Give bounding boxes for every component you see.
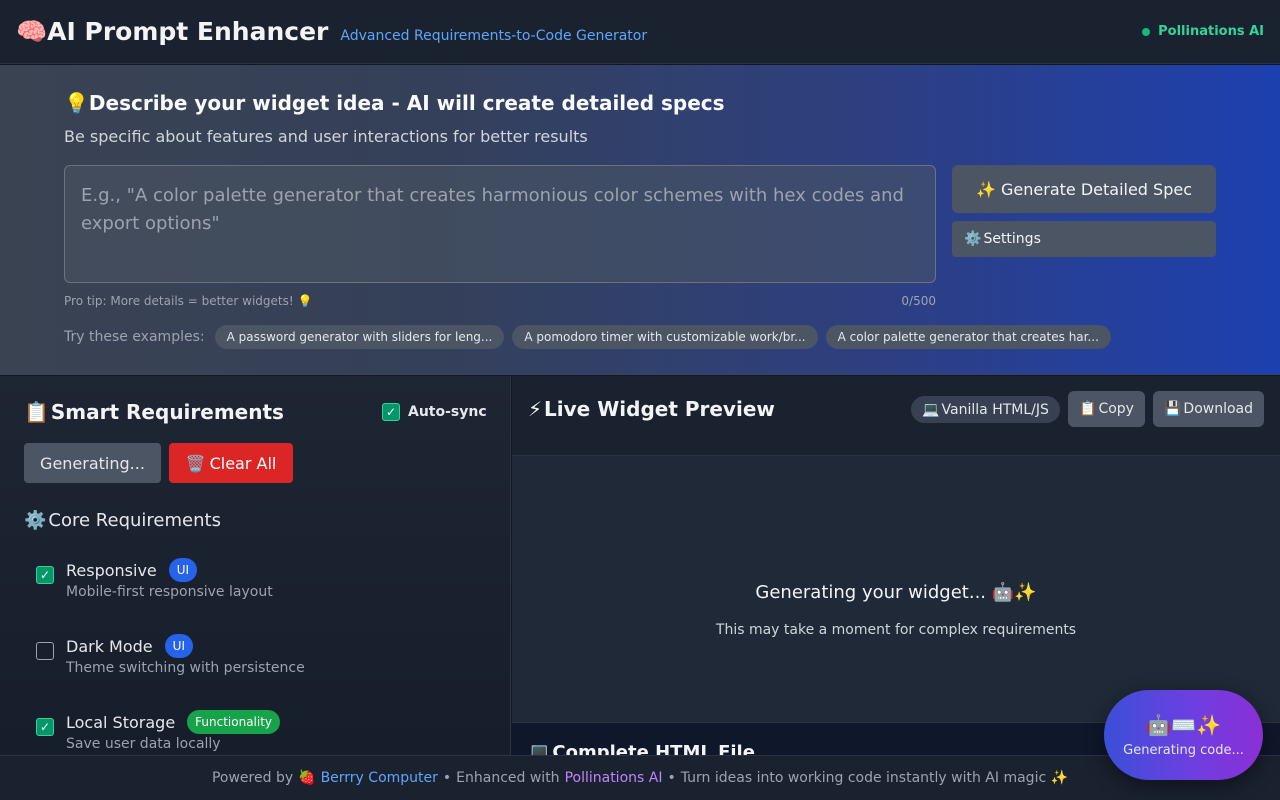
lightning-icon: ⚡ xyxy=(528,397,543,421)
requirement-checkbox[interactable] xyxy=(36,642,54,660)
status-dot-icon xyxy=(1142,27,1151,36)
lightbulb-icon: 💡 xyxy=(64,91,89,115)
trash-icon: 🗑️ xyxy=(185,453,206,473)
requirement-item-dark-mode[interactable]: Dark Mode UI Theme switching with persis… xyxy=(36,634,305,676)
status-label: Pollinations AI xyxy=(1158,24,1264,39)
gear-icon: ⚙️ xyxy=(24,510,47,531)
requirement-name: Dark Mode xyxy=(66,636,153,656)
download-label: Download xyxy=(1183,401,1254,417)
char-counter: 0/500 xyxy=(901,294,936,308)
robot-keyboard-sparkle-icon: 🤖⌨️✨ xyxy=(1146,712,1221,737)
requirement-description: Save user data locally xyxy=(66,736,221,752)
requirement-checkbox[interactable]: ✓ xyxy=(36,718,54,736)
autosync-label: Auto-sync xyxy=(408,404,487,420)
category-badge: UI xyxy=(168,558,198,582)
footer-tagline: Turn ideas into working code instantly w… xyxy=(680,770,1069,786)
clear-all-label: Clear All xyxy=(209,453,277,473)
requirement-header: Local Storage Functionality xyxy=(66,710,281,734)
preview-status-hint: This may take a moment for complex requi… xyxy=(715,622,1077,638)
preview-title: ⚡ Live Widget Preview xyxy=(528,397,775,421)
core-requirements-heading: ⚙️ Core Requirements xyxy=(24,510,221,531)
gear-icon: ⚙️ xyxy=(964,231,982,247)
requirement-body: Responsive UI Mobile-first responsive la… xyxy=(66,558,273,600)
requirement-header: Dark Mode UI xyxy=(66,634,305,658)
enhanced-with-text: Enhanced with xyxy=(456,770,560,786)
separator: • xyxy=(667,770,676,786)
prompt-section: 💡Describe your widget idea - AI will cre… xyxy=(0,65,1280,375)
example-chip-palette[interactable]: A color palette generator that creates h… xyxy=(825,325,1111,349)
requirement-body: Local Storage Functionality Save user da… xyxy=(66,710,281,752)
generating-indicator: 🤖⌨️✨ Generating code... xyxy=(1104,690,1263,780)
autosync-toggle[interactable]: ✓ Auto-sync xyxy=(382,403,487,421)
preview-status: Generating your widget... 🤖✨ xyxy=(755,582,1037,603)
pollinations-link[interactable]: Pollinations AI xyxy=(565,770,663,786)
app-title-text: AI Prompt Enhancer xyxy=(47,16,329,46)
download-button[interactable]: 💾 Download xyxy=(1153,391,1264,427)
requirement-body: Dark Mode UI Theme switching with persis… xyxy=(66,634,305,676)
requirements-title-text: Smart Requirements xyxy=(50,400,284,424)
requirement-item-responsive[interactable]: ✓ Responsive UI Mobile-first responsive … xyxy=(36,558,273,600)
requirement-description: Mobile-first responsive layout xyxy=(66,584,273,600)
requirement-name: Local Storage xyxy=(66,712,176,732)
requirement-header: Responsive UI xyxy=(66,558,273,582)
settings-label: Settings xyxy=(983,231,1041,247)
prompt-input[interactable] xyxy=(81,182,919,266)
app-footer: Powered by 🍓 Berrry Computer • Enhanced … xyxy=(0,755,1280,800)
requirement-checkbox[interactable]: ✓ xyxy=(36,566,54,584)
app-title: 🧠AI Prompt Enhancer xyxy=(16,17,328,47)
separator: • xyxy=(442,770,452,786)
brand: 🧠AI Prompt Enhancer Advanced Requirement… xyxy=(16,17,647,47)
clipboard-icon: 📋 xyxy=(24,400,49,424)
prompt-input-wrapper xyxy=(64,165,936,283)
floppy-disk-icon: 💾 xyxy=(1163,401,1182,417)
copy-button[interactable]: 📋 Copy xyxy=(1068,391,1145,427)
preview-area: Generating your widget... 🤖✨ This may ta… xyxy=(512,456,1280,722)
app-subtitle: Advanced Requirements-to-Code Generator xyxy=(340,27,648,44)
category-badge: Functionality xyxy=(187,710,281,734)
requirement-description: Theme switching with persistence xyxy=(66,660,305,676)
prompt-description: Be specific about features and user inte… xyxy=(64,127,588,146)
requirement-item-local-storage[interactable]: ✓ Local Storage Functionality Save user … xyxy=(36,710,281,752)
framework-label: Vanilla HTML/JS xyxy=(941,401,1049,418)
strawberry-icon: 🍓 xyxy=(298,770,316,786)
powered-by-text: Powered by xyxy=(211,770,294,786)
clear-all-button[interactable]: 🗑️ Clear All xyxy=(169,443,293,483)
laptop-icon: 💻 xyxy=(922,401,940,418)
prompt-heading: 💡Describe your widget idea - AI will cre… xyxy=(64,91,725,115)
core-requirements-text: Core Requirements xyxy=(48,510,221,531)
clipboard-icon: 📋 xyxy=(1079,401,1097,417)
laptop-icon: 💻 xyxy=(528,742,551,755)
example-chip-pomodoro[interactable]: A pomodoro timer with customizable work/… xyxy=(512,325,818,349)
html-file-title-text: Complete HTML File xyxy=(552,742,755,755)
berrry-link[interactable]: Berrry Computer xyxy=(321,770,438,786)
settings-button[interactable]: ⚙️ Settings xyxy=(952,221,1216,257)
examples-row: Try these examples: A password generator… xyxy=(64,325,1111,349)
html-file-title: 💻 Complete HTML File xyxy=(528,742,755,755)
preview-title-text: Live Widget Preview xyxy=(544,397,775,421)
category-badge: UI xyxy=(164,634,193,658)
pro-tip: Pro tip: More details = better widgets! … xyxy=(64,294,313,308)
connection-status: Pollinations AI xyxy=(1142,24,1264,39)
generating-indicator-text: Generating code... xyxy=(1123,742,1244,758)
generating-button[interactable]: Generating... xyxy=(24,443,161,483)
copy-label: Copy xyxy=(1098,401,1134,417)
prompt-heading-text: Describe your widget idea - AI will crea… xyxy=(88,91,725,115)
examples-label: Try these examples: xyxy=(64,329,205,345)
autosync-checkbox[interactable]: ✓ xyxy=(382,403,400,421)
preview-header: ⚡ Live Widget Preview 💻 Vanilla HTML/JS 📋 C… xyxy=(512,376,1280,456)
framework-badge[interactable]: 💻 Vanilla HTML/JS xyxy=(911,396,1060,423)
requirements-title: 📋 Smart Requirements xyxy=(24,400,284,424)
generate-spec-button[interactable]: ✨ Generate Detailed Spec xyxy=(952,165,1216,213)
brain-icon: 🧠 xyxy=(16,16,48,46)
requirement-name: Responsive xyxy=(66,560,157,580)
app-header: 🧠AI Prompt Enhancer Advanced Requirement… xyxy=(0,0,1280,64)
example-chip-password[interactable]: A password generator with sliders for le… xyxy=(214,325,505,349)
requirements-panel: 📋 Smart Requirements ✓ Auto-sync Generati… xyxy=(0,376,511,755)
